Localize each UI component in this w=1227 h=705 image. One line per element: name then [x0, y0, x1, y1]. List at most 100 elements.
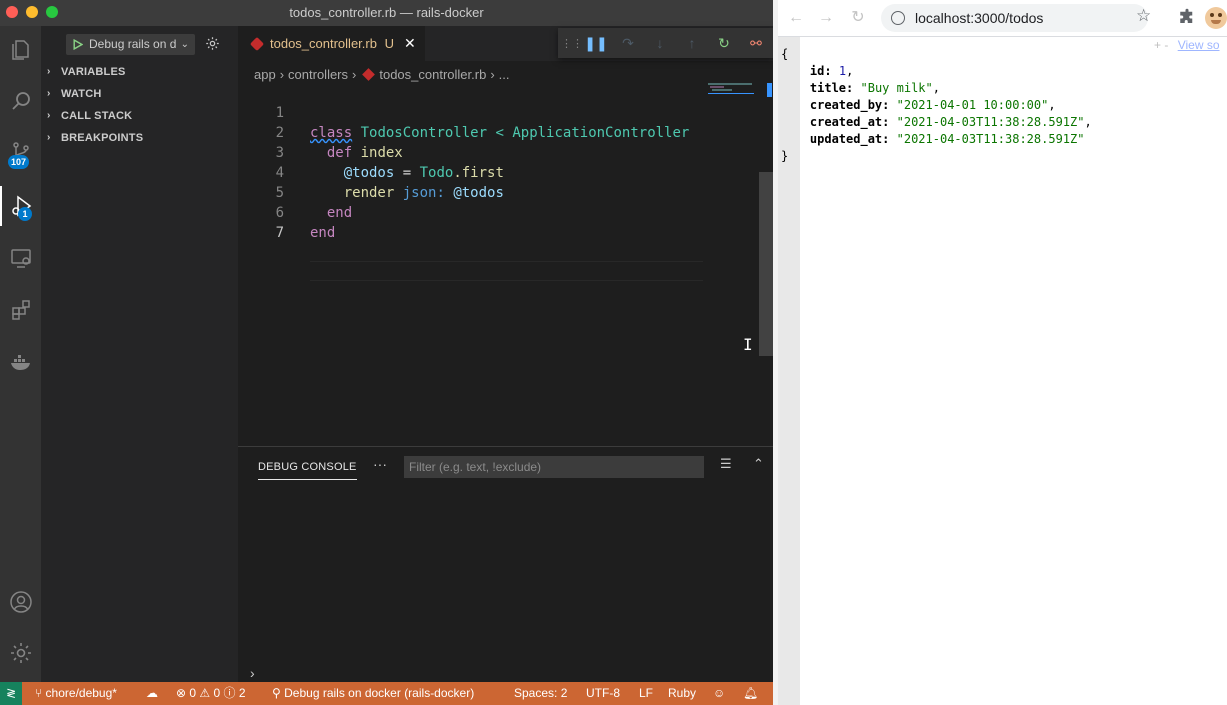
editor-tabs: todos_controller.rb U ✕ ⋮⋮ ❚❚ ↷ ↓ ↑ ↻ ⚯ [238, 26, 773, 61]
address-bar[interactable]: localhost:3000/todos [881, 4, 1148, 32]
title-bar: todos_controller.rb — rails-docker [0, 0, 773, 26]
more-actions-icon[interactable]: ··· [373, 456, 387, 472]
bookmark-star-icon[interactable]: ☆ [1136, 6, 1151, 26]
chevron-right-icon: › [352, 67, 357, 82]
json-number: 1 [838, 64, 847, 78]
profile-avatar[interactable] [1205, 7, 1227, 29]
extensions-puzzle-icon[interactable] [1178, 8, 1196, 26]
account-icon[interactable] [0, 582, 41, 622]
pause-icon[interactable]: ❚❚ [584, 34, 607, 52]
text-cursor-icon: I [743, 335, 753, 354]
chevron-right-icon: › [47, 110, 51, 121]
branch-status[interactable]: ⑂ chore/debug* [35, 682, 117, 705]
scrollbar[interactable] [759, 172, 773, 356]
clear-console-icon[interactable]: ☰ [720, 456, 732, 472]
code-line: 5 end [238, 163, 773, 221]
notifications-icon[interactable]: 🔔︎ [743, 682, 758, 705]
chevron-right-icon: › [47, 132, 51, 143]
editor-area: todos_controller.rb U ✕ ⋮⋮ ❚❚ ↷ ↓ ↑ ↻ ⚯ … [238, 26, 773, 446]
url-text: localhost:3000/todos [915, 10, 1044, 26]
minimap[interactable] [708, 83, 756, 95]
code-line: 4 render json: @todos [238, 143, 773, 201]
sync-icon[interactable]: ☁ [146, 682, 158, 705]
section-watch[interactable]: › WATCH [41, 83, 238, 105]
warning-count: 0 [213, 686, 221, 700]
json-viewer-controls: + - View so [1154, 38, 1220, 52]
drag-handle-icon[interactable]: ⋮⋮ [561, 34, 583, 52]
chevron-right-icon: › [279, 67, 285, 82]
code-line: 7 [238, 203, 773, 241]
warning-icon: ⚠ [199, 686, 214, 700]
chevron-right-icon: › [490, 67, 495, 82]
debug-badge: 1 [18, 207, 32, 221]
indentation-status[interactable]: Spaces: 2 [514, 682, 567, 705]
encoding-status[interactable]: UTF-8 [586, 682, 620, 705]
browser-window: ← → ↻ localhost:3000/todos ☆ + - View so… [778, 0, 1227, 705]
disconnect-icon[interactable]: ⚯ [747, 34, 765, 52]
section-label: CALL STACK [61, 110, 133, 122]
breadcrumb-item[interactable]: ... [499, 67, 510, 82]
tab-debug-console[interactable]: DEBUG CONSOLE [258, 457, 357, 480]
tab-untracked-status: U [384, 36, 394, 51]
explorer-icon[interactable] [0, 30, 41, 70]
section-breakpoints[interactable]: › BREAKPOINTS [41, 127, 238, 149]
launch-config-select[interactable]: Debug rails on d ⌄ [66, 34, 195, 55]
json-key: title: [809, 81, 854, 95]
ruby-file-icon [249, 36, 265, 52]
debug-sidebar: Debug rails on d ⌄ › VARIABLES › WATCH ›… [41, 26, 238, 682]
debug-console-panel: DEBUG CONSOLE ··· Filter (e.g. text, !ex… [238, 446, 773, 682]
ruby-file-icon [362, 68, 376, 81]
reload-icon[interactable]: ↻ [848, 8, 868, 28]
gear-icon[interactable] [0, 633, 41, 673]
forward-icon[interactable]: → [816, 8, 836, 28]
problems-status[interactable]: ⊗ 0 ⚠ 0 ⓘ 2 [176, 682, 246, 705]
info-count: 2 [238, 686, 246, 700]
debug-target-label: Debug rails on docker (rails-docker) [284, 686, 475, 700]
scm-badge: 107 [8, 155, 30, 169]
back-icon[interactable]: ← [786, 8, 806, 28]
console-filter-input[interactable]: Filter (e.g. text, !exclude) [404, 456, 704, 478]
collapse-controls[interactable]: + - [1154, 38, 1168, 52]
maximize-panel-icon[interactable]: ⌃ [753, 456, 764, 472]
activity-bar: 107 1 [0, 26, 41, 682]
code-line: 6 end [238, 183, 773, 241]
section-variables[interactable]: › VARIABLES [41, 61, 238, 83]
info-icon: ⓘ [223, 686, 239, 700]
close-window-button[interactable] [6, 6, 18, 18]
minimize-window-button[interactable] [26, 6, 38, 18]
remote-explorer-icon[interactable] [0, 238, 41, 278]
console-prompt-icon[interactable]: › [250, 665, 255, 681]
remote-indicator[interactable]: ≷ [0, 682, 22, 705]
settings-gear-icon[interactable] [205, 36, 220, 51]
restart-icon[interactable]: ↻ [715, 34, 733, 52]
json-response: { id: 1, title: "Buy milk", created_by: … [781, 47, 1092, 163]
debug-target-status[interactable]: ⚲ Debug rails on docker (rails-docker) [272, 682, 474, 705]
debug-toolbar: ⋮⋮ ❚❚ ↷ ↓ ↑ ↻ ⚯ [558, 28, 773, 58]
code-line: 1 class TodosController < ApplicationCon… [238, 83, 773, 141]
view-source-link[interactable]: View so [1178, 38, 1220, 52]
debug-icon: ⚲ [272, 686, 285, 700]
section-call-stack[interactable]: › CALL STACK [41, 105, 238, 127]
window-title: todos_controller.rb — rails-docker [289, 5, 484, 20]
json-string: "2021-04-03T11:38:28.591Z" [896, 132, 1085, 146]
error-icon: ⊗ [176, 686, 190, 700]
breadcrumb-item[interactable]: app [254, 67, 276, 82]
breadcrumb-item[interactable]: controllers [288, 67, 348, 82]
step-over-icon[interactable]: ↷ [619, 34, 637, 52]
step-out-icon[interactable]: ↑ [683, 34, 701, 52]
browser-toolbar: ← → ↻ localhost:3000/todos ☆ [778, 0, 1227, 37]
section-label: VARIABLES [61, 66, 126, 78]
eol-status[interactable]: LF [639, 682, 653, 705]
breadcrumb-item[interactable]: todos_controller.rb [379, 67, 486, 82]
extensions-icon[interactable] [0, 290, 41, 330]
search-icon[interactable] [0, 81, 41, 121]
close-icon[interactable]: ✕ [404, 26, 416, 61]
tab-todos-controller[interactable]: todos_controller.rb U ✕ [238, 26, 425, 61]
branch-icon: ⑂ [35, 686, 46, 700]
docker-icon[interactable] [0, 342, 41, 382]
site-info-icon[interactable] [891, 11, 905, 25]
step-into-icon[interactable]: ↓ [651, 34, 669, 52]
language-status[interactable]: Ruby [668, 682, 696, 705]
feedback-icon[interactable]: ☺ [713, 682, 725, 705]
maximize-window-button[interactable] [46, 6, 58, 18]
